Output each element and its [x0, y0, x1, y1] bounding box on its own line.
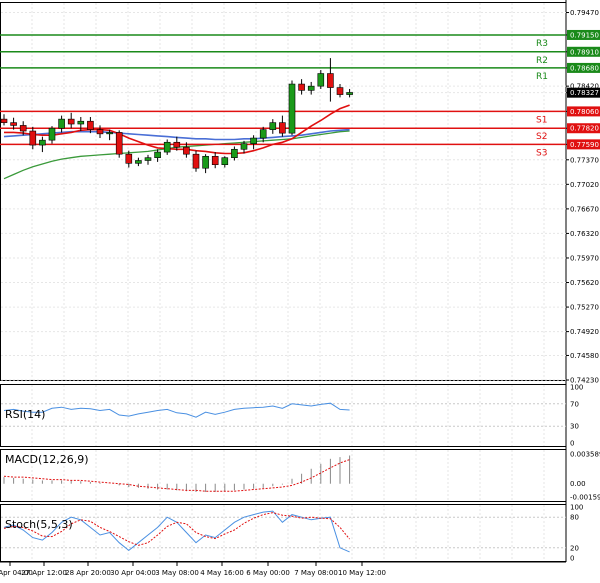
stoch-tick-label: 0 — [570, 555, 574, 563]
forex-chart-window: 0.794700.791500.789100.786800.784200.783… — [0, 0, 600, 583]
candle-body — [173, 141, 181, 148]
level-name-r3: R3 — [536, 39, 548, 49]
candle-body — [192, 153, 200, 169]
candle-body — [125, 153, 133, 164]
macd-tick-label: 0.00 — [570, 480, 586, 488]
level-price-label: 0.77820 — [570, 125, 599, 133]
stoch-title: Stoch(5,5,3) — [5, 518, 73, 531]
candle-body — [288, 83, 296, 134]
price-tick-label: 0.74920 — [570, 328, 599, 336]
candle-body — [19, 125, 27, 132]
time-tick-label: 30 Apr 04:00 — [110, 569, 156, 577]
rsi-title: RSI(14) — [5, 408, 45, 421]
price-tick-label: 0.74580 — [570, 352, 599, 360]
time-tick-label: 27 Apr 12:00 — [21, 569, 67, 577]
price-tick-label: 0.75620 — [570, 279, 599, 287]
candle-body — [279, 122, 286, 134]
macd-title: MACD(12,26,9) — [5, 453, 89, 466]
stoch-tick-label: 20 — [570, 544, 579, 552]
pane-rsi-frame — [0, 384, 567, 447]
level-name-r1: R1 — [536, 72, 548, 82]
candle-body — [269, 122, 277, 130]
stoch-tick-label: 80 — [570, 514, 579, 522]
time-tick-label: 3 May 08:00 — [155, 569, 199, 577]
time-tick-label: 10 May 12:00 — [338, 569, 386, 577]
level-price-label: 0.77590 — [570, 141, 599, 149]
level-name-r2: R2 — [536, 56, 548, 66]
candle-body — [327, 73, 334, 88]
candle-body — [144, 157, 152, 161]
price-tick-label: 0.79470 — [570, 9, 599, 17]
level-name-s2: S2 — [536, 132, 547, 142]
candle-body — [67, 118, 75, 125]
level-name-s1: S1 — [536, 115, 547, 125]
candle-body — [115, 132, 123, 155]
candle-body — [336, 87, 344, 95]
candle-body — [154, 151, 161, 158]
candle-body — [240, 143, 248, 150]
candle-body — [183, 146, 190, 155]
pane-stoch-frame — [0, 504, 567, 562]
candle-body — [106, 132, 113, 135]
time-tick-label: 6 May 00:00 — [246, 569, 290, 577]
macd-tick-label: -0.001598 — [570, 493, 600, 501]
price-tick-label: 0.75270 — [570, 304, 599, 312]
candle-body — [202, 155, 209, 169]
time-tick-label: 7 May 08:00 — [294, 569, 338, 577]
level-price-label: 0.78910 — [570, 48, 599, 56]
candle-body — [87, 120, 94, 130]
rsi-tick-label: 0 — [570, 440, 574, 448]
candle-body — [221, 157, 229, 166]
candle-body — [0, 118, 8, 123]
level-price-label: 0.79150 — [570, 31, 599, 39]
macd-tick-label: 0.003589 — [570, 450, 600, 458]
candle-body — [77, 120, 85, 125]
current-price-label: 0.78327 — [570, 89, 599, 97]
price-tick-label: 0.77020 — [570, 181, 599, 189]
candle-body — [39, 139, 46, 146]
rsi-tick-label: 30 — [570, 423, 579, 431]
price-tick-label: 0.75970 — [570, 254, 599, 262]
candle-body — [259, 129, 267, 139]
pane-main-frame — [0, 2, 567, 381]
candle-body — [58, 118, 65, 129]
stoch-tick-label: 100 — [570, 504, 583, 512]
candle-body — [250, 137, 257, 144]
price-tick-label: 0.76320 — [570, 230, 599, 238]
level-name-s3: S3 — [536, 148, 547, 158]
price-tick-label: 0.77370 — [570, 156, 599, 164]
time-tick-label: 28 Apr 20:00 — [65, 569, 111, 577]
candle-body — [29, 130, 37, 146]
rsi-tick-label: 100 — [570, 384, 583, 392]
level-price-label: 0.78060 — [570, 108, 599, 116]
candle-body — [317, 73, 325, 87]
candle-body — [96, 129, 104, 135]
price-chart[interactable]: 0.794700.791500.789100.786800.784200.783… — [0, 0, 600, 583]
candle-body — [307, 85, 315, 91]
candle-body — [135, 160, 142, 164]
candle-body — [211, 155, 219, 166]
level-price-label: 0.78680 — [570, 64, 599, 72]
price-tick-label: 0.76670 — [570, 205, 599, 213]
candle-body — [10, 122, 17, 126]
candle-body — [163, 141, 171, 153]
candle-body — [298, 83, 305, 91]
rsi-tick-label: 70 — [570, 400, 579, 408]
candle-body — [231, 148, 238, 158]
time-tick-label: 4 May 16:00 — [200, 569, 244, 577]
candle-body — [48, 127, 56, 141]
candle-body — [346, 92, 353, 95]
